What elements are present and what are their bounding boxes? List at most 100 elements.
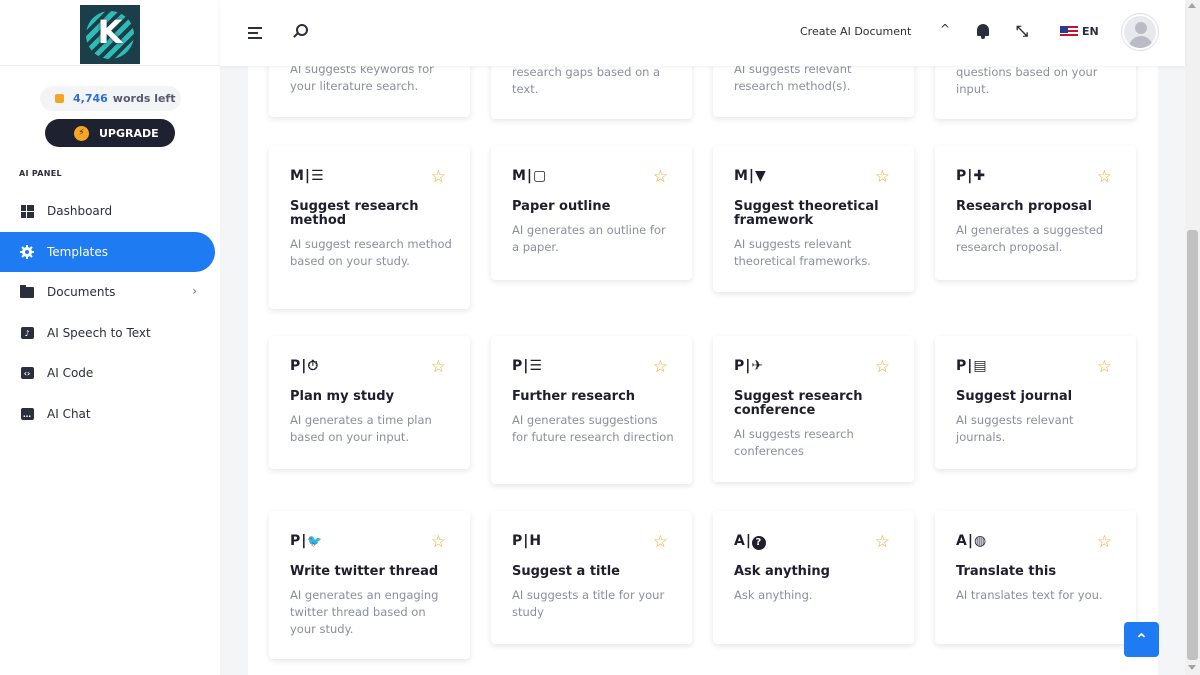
template-card-suggest-journal[interactable]: P|▤ ☆ Suggest journal AI suggests releva… [935, 336, 1136, 469]
template-card-further-research[interactable]: P|☰ ☆ Further research AI generates sugg… [491, 336, 692, 484]
bell-icon[interactable] [976, 24, 990, 39]
signpost-icon: M|☰ [290, 168, 325, 184]
signpost-icon: P|☰ [512, 358, 543, 374]
ai-panel-title: AI PANEL [19, 169, 62, 178]
words-count: 4,746 [73, 92, 108, 105]
bolt-icon: ⚡ [74, 125, 89, 141]
card-description: AI generates suggestions for future rese… [512, 413, 674, 444]
scrollbar[interactable] [1185, 0, 1200, 675]
card-description: AI suggests research conferences [734, 427, 854, 458]
card-title: Suggest a title [512, 564, 620, 579]
star-icon[interactable]: ☆ [653, 357, 668, 377]
scroll-down-arrow[interactable] [1188, 665, 1196, 670]
create-ai-document-button[interactable]: Create AI Document [800, 25, 911, 38]
card-description: AI suggest research method based on your… [290, 237, 452, 268]
sidebar-item-templates[interactable]: Templates [0, 232, 215, 272]
star-icon[interactable]: ☆ [1097, 357, 1112, 377]
logo-area: K [0, 0, 220, 66]
card-description: AI generates a suggested research propos… [956, 223, 1104, 254]
compress-icon[interactable]: ⤡ [1016, 22, 1028, 40]
template-card-suggest-a-title[interactable]: P|H ☆ Suggest a title AI suggests a titl… [491, 511, 692, 644]
sidebar-item-ai-chat[interactable]: … AI Chat [0, 394, 215, 434]
speech-icon: ♪ [19, 325, 35, 341]
avatar[interactable] [1122, 14, 1158, 50]
upgrade-button[interactable]: ⚡ UPGRADE [45, 119, 175, 147]
template-card-suggest-theoretical-framework[interactable]: M|▼ ☆ Suggest theoretical framework AI s… [713, 146, 914, 292]
stopwatch-icon: P|⏱ [290, 358, 320, 374]
scroll-thumb[interactable] [1187, 230, 1198, 660]
card-title: Research proposal [956, 199, 1092, 214]
heading-icon: P|H [512, 533, 543, 549]
star-icon[interactable]: ☆ [875, 357, 890, 377]
card-title: Suggest research conference [734, 389, 863, 418]
star-icon[interactable]: ☆ [1097, 167, 1112, 187]
star-icon[interactable]: ☆ [653, 167, 668, 187]
sidebar-item-label: Templates [47, 245, 109, 259]
card-title: Further research [512, 389, 636, 404]
code-icon: ‹› [19, 365, 35, 381]
words-left-badge: 4,746 words left [40, 86, 181, 111]
chevron-right-icon: › [192, 284, 197, 298]
template-card-ask-anything[interactable]: A|? ☆ Ask anything Ask anything. [713, 511, 914, 644]
card-description: Ask anything. [734, 588, 813, 602]
template-card-translate-this[interactable]: A|◍ ☆ Translate this AI translates text … [935, 511, 1136, 644]
template-card-plan-my-study[interactable]: P|⏱ ☆ Plan my study AI generates a time … [269, 336, 470, 469]
sidebar-item-label: AI Code [47, 366, 94, 380]
card-title: Translate this [956, 564, 1057, 579]
star-icon[interactable]: ☆ [431, 532, 446, 552]
outline-icon: M|▢ [512, 168, 548, 184]
folder-icon [19, 284, 35, 300]
star-icon[interactable]: ☆ [1097, 532, 1112, 552]
scroll-up-arrow[interactable] [1188, 3, 1196, 8]
caret-up-icon[interactable]: ^ [940, 22, 950, 36]
card-description: AI generates an engaging twitter thread … [290, 588, 439, 636]
template-card-research-proposal[interactable]: P|✚ ☆ Research proposal AI generates a s… [935, 146, 1136, 280]
coin-icon [55, 93, 67, 105]
puzzle-icon: P|✚ [956, 168, 987, 184]
plane-icon: P|✈ [734, 358, 765, 374]
star-icon[interactable]: ☆ [431, 167, 446, 187]
star-icon[interactable]: ☆ [653, 532, 668, 552]
card-description: AI suggests a title for your study [512, 588, 665, 619]
twitter-icon: P|🐦 [290, 533, 324, 549]
search-icon[interactable] [292, 24, 308, 38]
card-title: Suggest journal [956, 389, 1073, 404]
question-icon: A|? [734, 533, 766, 550]
card-description: AI translates text for you. [956, 588, 1103, 602]
logo[interactable]: K [80, 5, 140, 64]
card-title: Write twitter thread [290, 564, 439, 579]
card-description: AI suggests relevant theoretical framewo… [734, 237, 871, 268]
star-icon[interactable]: ☆ [875, 532, 890, 552]
card-description: AI generates an outline for a paper. [512, 223, 666, 254]
templates-grid: AI suggests keywords for your literature… [248, 0, 1158, 675]
sidebar-item-ai-speech-to-text[interactable]: ♪ AI Speech to Text [0, 313, 215, 353]
newspaper-icon: P|▤ [956, 358, 988, 374]
template-card-suggest-research-conference[interactable]: P|✈ ☆ Suggest research conference AI sug… [713, 336, 914, 482]
sidebar-item-label: AI Speech to Text [47, 326, 151, 340]
scroll-to-top-button[interactable]: ⌃ [1124, 622, 1159, 657]
card-title: Plan my study [290, 389, 395, 404]
sidebar-item-ai-code[interactable]: ‹› AI Code [0, 353, 215, 393]
card-title: Suggest theoretical framework [734, 199, 879, 228]
star-icon[interactable]: ☆ [431, 357, 446, 377]
sidebar-item-dashboard[interactable]: Dashboard [0, 191, 215, 231]
dashboard-icon [19, 203, 35, 219]
globe-icon: A|◍ [956, 533, 988, 549]
template-card-suggest-research-method[interactable]: M|☰ ☆ Suggest research method AI suggest… [269, 146, 470, 309]
card-title: Ask anything [734, 564, 830, 579]
menu-toggle-icon[interactable] [248, 27, 262, 39]
template-card-write-twitter-thread[interactable]: P|🐦 ☆ Write twitter thread AI generates … [269, 511, 470, 659]
card-description: AI suggests relevant journals. [956, 413, 1074, 444]
sidebar-item-documents[interactable]: Documents › [0, 272, 215, 312]
sidebar-item-label: AI Chat [47, 407, 91, 421]
chat-icon: … [19, 406, 35, 422]
us-flag-icon[interactable] [1060, 26, 1078, 38]
top-header: Create AI Document ^ ⤡ EN [220, 0, 1185, 66]
template-card-paper-outline[interactable]: M|▢ ☆ Paper outline AI generates an outl… [491, 146, 692, 280]
sidebar-item-label: Documents [47, 285, 116, 299]
language-selector[interactable]: EN [1082, 25, 1099, 38]
filter-icon: M|▼ [734, 168, 767, 184]
card-title: Suggest research method [290, 199, 419, 228]
star-icon[interactable]: ☆ [875, 167, 890, 187]
sidebar: K 4,746 words left ⚡ UPGRADE AI PANEL Da… [0, 0, 220, 675]
